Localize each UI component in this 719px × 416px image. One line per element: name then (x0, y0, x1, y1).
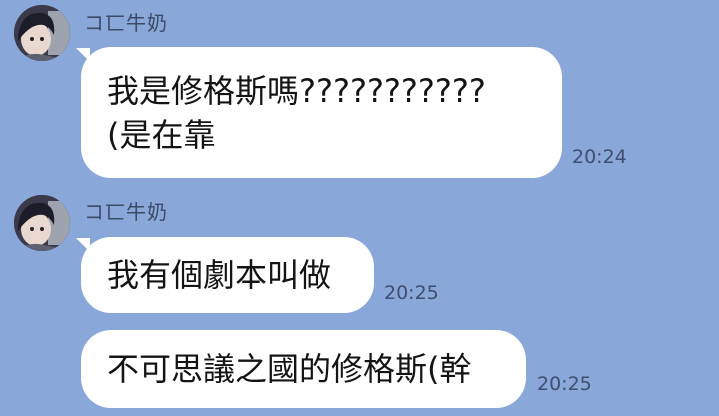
sender-avatar[interactable] (14, 195, 70, 251)
avatar-icon (14, 195, 70, 251)
message-bubble[interactable]: 我是修格斯嗎??????????? (是在靠 (81, 47, 562, 178)
message-text: 我有個劇本叫做 (107, 256, 332, 294)
message-text: 不可思議之國的修格斯(幹 (107, 350, 472, 388)
sender-avatar[interactable] (14, 5, 70, 61)
message-timestamp: 20:24 (572, 146, 627, 168)
message-bubble[interactable]: 不可思議之國的修格斯(幹 (81, 330, 526, 408)
message-text: 我是修格斯嗎??????????? (107, 72, 486, 110)
avatar-icon (14, 5, 70, 61)
message-timestamp: 20:25 (384, 282, 439, 304)
message-timestamp: 20:25 (537, 373, 592, 395)
sender-name: コ匸牛奶 (84, 11, 168, 35)
sender-name: コ匸牛奶 (84, 200, 168, 224)
message-text: (是在靠 (107, 116, 216, 154)
message-bubble[interactable]: 我有個劇本叫做 (81, 237, 374, 313)
